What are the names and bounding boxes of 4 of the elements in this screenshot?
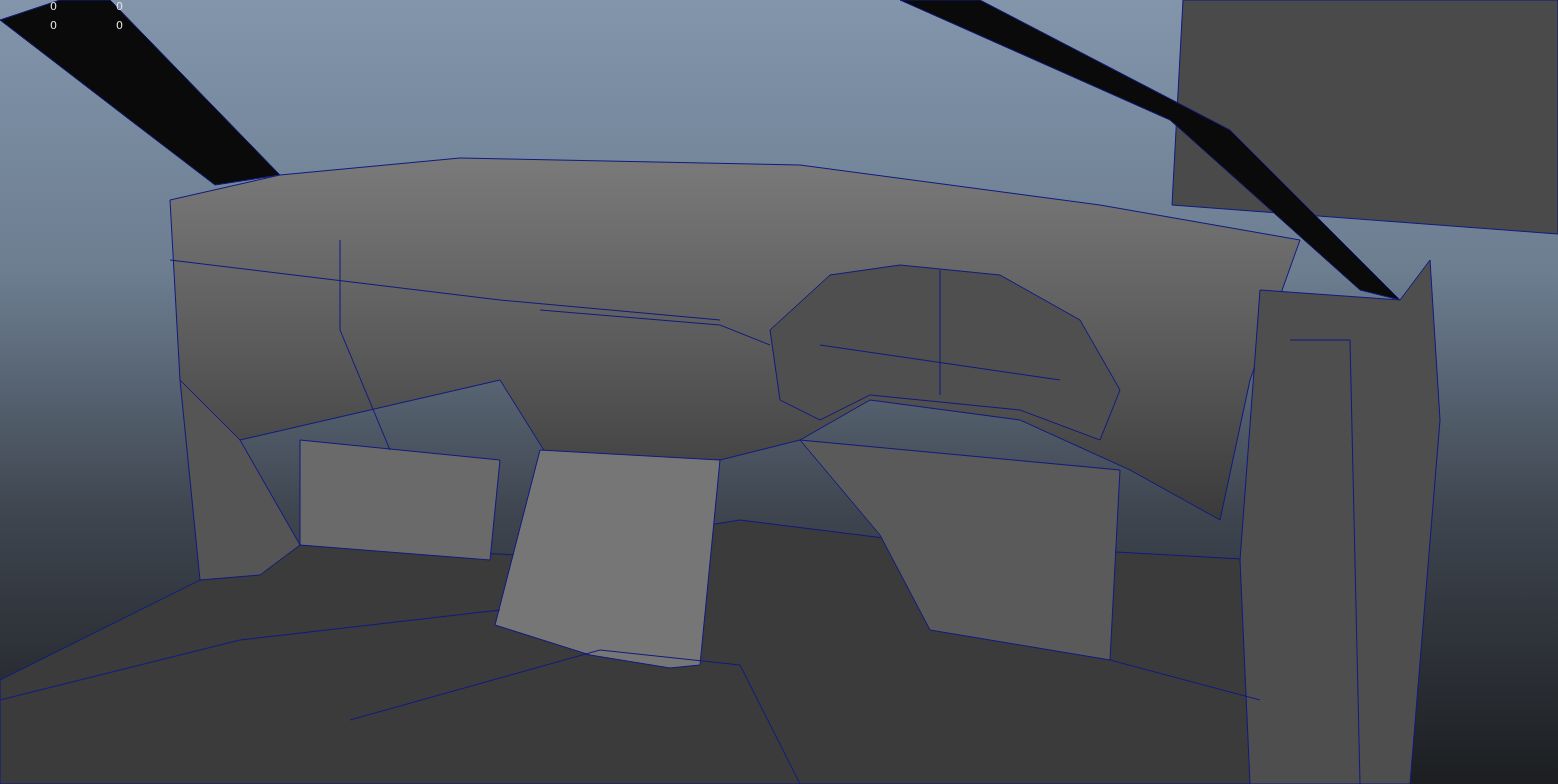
hud-counter: 0	[116, 0, 124, 13]
hud-counter: 0	[116, 19, 124, 32]
hud-counter: 0	[50, 0, 58, 13]
hud-counter: 0	[50, 19, 58, 32]
